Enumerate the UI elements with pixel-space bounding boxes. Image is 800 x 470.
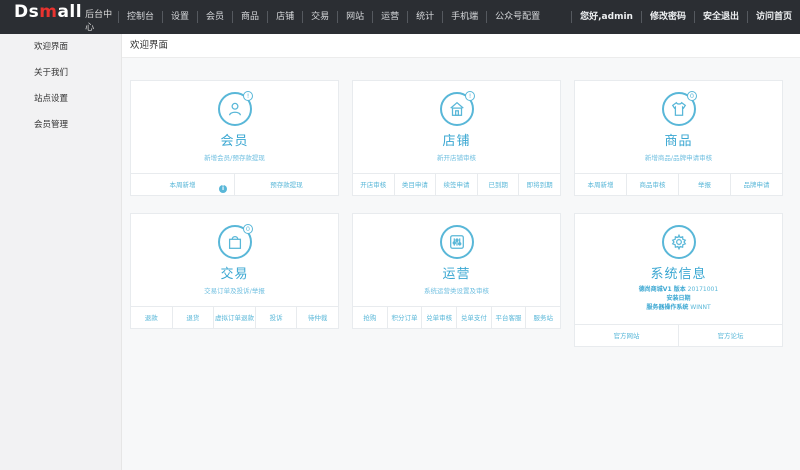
change-password-link[interactable]: 修改密码 [640, 11, 694, 23]
card-stores: ! 店铺 新开店铺审核 开店审核 类目申请 续签申请 已到期 即将到期 [352, 80, 561, 196]
nav-goods[interactable]: 商品 [232, 11, 267, 23]
user-nav: 您好,admin 修改密码 安全退出 访问首页 [571, 11, 800, 23]
logout-link[interactable]: 安全退出 [693, 11, 747, 23]
sidebar-item-site-settings[interactable]: 站点设置 [0, 86, 121, 112]
os-line: 服务器操作系统 WINNT [646, 304, 711, 311]
main-panel: 欢迎界面 ! 会员 新增会员/预存款提现 本周新增 预存款提现 i ! 店铺 新… [122, 34, 800, 470]
card-links: 官方网站 官方论坛 [575, 324, 782, 346]
card-goods-body[interactable]: 0 商品 新增商品/品牌申请审核 [575, 81, 782, 173]
card-title: 店铺 [442, 134, 471, 149]
nav-operation[interactable]: 运营 [372, 11, 407, 23]
link-official-site[interactable]: 官方网站 [575, 325, 678, 346]
link-complaint[interactable]: 投诉 [254, 307, 297, 328]
card-links: 开店审核 类目申请 续签申请 已到期 即将到期 [353, 173, 560, 195]
card-description: 新增会员/预存款提现 [204, 154, 265, 162]
card-title: 交易 [220, 267, 249, 282]
card-description: 新增商品/品牌申请审核 [644, 154, 713, 162]
nav-members[interactable]: 会员 [197, 11, 232, 23]
link-virtual-refund[interactable]: 虚拟订单退款 [213, 307, 255, 328]
link-weekly-new-goods[interactable]: 本周新增 [575, 174, 626, 195]
card-links: 退款 退货 虚拟订单退款 投诉 待仲裁 [131, 306, 338, 328]
link-expiring[interactable]: 即将到期 [518, 174, 560, 195]
version-line: 德尚商城V1 版本 20171001 [638, 286, 719, 293]
link-points-order[interactable]: 积分订单 [386, 307, 422, 328]
card-members: ! 会员 新增会员/预存款提现 本周新增 预存款提现 [130, 80, 339, 196]
card-description: 系统运营类设置及审核 [424, 287, 489, 295]
card-description: 新开店铺审核 [437, 154, 476, 162]
link-arbitration[interactable]: 待仲裁 [296, 307, 338, 328]
sidebar-item-member-management[interactable]: 会员管理 [0, 112, 121, 138]
nav-stores[interactable]: 店铺 [267, 11, 302, 23]
card-title: 系统信息 [650, 267, 707, 282]
card-title: 会员 [220, 134, 249, 149]
notification-badge: 0 [243, 224, 253, 234]
system-info-text: 德尚商城V1 版本 20171001 安装日期 服务器操作系统 WINNT [575, 285, 782, 312]
link-expired[interactable]: 已到期 [476, 174, 519, 195]
card-trade: 0 交易 交易订单及投诉/举报 退款 退货 虚拟订单退款 投诉 待仲裁 [130, 213, 339, 329]
card-members-body[interactable]: ! 会员 新增会员/预存款提现 [131, 81, 338, 173]
dashboard-content: ! 会员 新增会员/预存款提现 本周新增 预存款提现 i ! 店铺 新开店铺审核… [122, 58, 800, 470]
install-date-line: 安装日期 [666, 295, 691, 302]
notification-badge: ! [243, 91, 253, 101]
card-description: 交易订单及投诉/举报 [204, 287, 265, 295]
card-title: 商品 [664, 134, 693, 149]
card-system-info: 系统信息 德尚商城V1 版本 20171001 安装日期 服务器操作系统 WIN… [574, 213, 783, 347]
logo[interactable]: Dsmall 后台中心 [0, 2, 118, 33]
link-category-apply[interactable]: 类目申请 [393, 174, 436, 195]
link-platform-service[interactable]: 平台客服 [490, 307, 526, 328]
sidebar: 欢迎界面 关于我们 站点设置 会员管理 [0, 34, 122, 470]
nav-mobile[interactable]: 手机端 [442, 11, 486, 23]
link-weekly-new-members[interactable]: 本周新增 [131, 174, 234, 195]
nav-trade[interactable]: 交易 [302, 11, 337, 23]
card-stores-body[interactable]: ! 店铺 新开店铺审核 [353, 81, 560, 173]
page-title: 欢迎界面 [122, 34, 800, 58]
notification-badge: ! [465, 91, 475, 101]
card-links: 本周新增 预存款提现 [131, 173, 338, 195]
link-voucher-pay[interactable]: 兑单支付 [456, 307, 491, 328]
link-service-station[interactable]: 服务站 [525, 307, 560, 328]
link-refund[interactable]: 退款 [131, 307, 172, 328]
link-goods-review[interactable]: 商品审核 [626, 174, 678, 195]
sidebar-item-welcome[interactable]: 欢迎界面 [0, 34, 121, 60]
link-report[interactable]: 举报 [678, 174, 730, 195]
link-brand-apply[interactable]: 品牌申请 [730, 174, 782, 195]
card-trade-body[interactable]: 0 交易 交易订单及投诉/举报 [131, 214, 338, 306]
card-links: 抢购 积分订单 兑单审核 兑单支付 平台客服 服务站 [353, 306, 560, 328]
link-flash-sale[interactable]: 抢购 [353, 307, 387, 328]
card-title: 运营 [442, 267, 471, 282]
sidebar-item-about[interactable]: 关于我们 [0, 60, 121, 86]
link-store-review[interactable]: 开店审核 [353, 174, 394, 195]
nav-stats[interactable]: 统计 [407, 11, 442, 23]
nav-settings[interactable]: 设置 [162, 11, 197, 23]
sliders-icon [440, 225, 474, 259]
card-system-info-body: 系统信息 德尚商城V1 版本 20171001 安装日期 服务器操作系统 WIN… [575, 214, 782, 324]
logo-text: Dsmall [14, 1, 83, 22]
gear-icon [662, 225, 696, 259]
link-deposit-withdraw[interactable]: 预存款提现 [234, 174, 338, 195]
link-return[interactable]: 退货 [171, 307, 214, 328]
card-operation: 运营 系统运营类设置及审核 抢购 积分订单 兑单审核 兑单支付 平台客服 服务站 [352, 213, 561, 329]
main-nav: 控制台 设置 会员 商品 店铺 交易 网站 运营 统计 手机端 公众号配置 [118, 0, 548, 34]
notification-badge: 0 [687, 91, 697, 101]
nav-dashboard[interactable]: 控制台 [118, 11, 162, 23]
card-operation-body[interactable]: 运营 系统运营类设置及审核 [353, 214, 560, 306]
link-official-forum[interactable]: 官方论坛 [678, 325, 782, 346]
nav-website[interactable]: 网站 [337, 11, 372, 23]
info-icon: i [219, 185, 227, 193]
card-links: 本周新增 商品审核 举报 品牌申请 [575, 173, 782, 195]
logo-subtitle: 后台中心 [85, 9, 113, 33]
nav-wechat[interactable]: 公众号配置 [486, 11, 548, 23]
user-greeting[interactable]: 您好,admin [571, 11, 641, 23]
link-voucher-review[interactable]: 兑单审核 [421, 307, 456, 328]
card-goods: 0 商品 新增商品/品牌申请审核 本周新增 商品审核 举报 品牌申请 [574, 80, 783, 196]
visit-homepage-link[interactable]: 访问首页 [746, 11, 800, 23]
top-bar: Dsmall 后台中心 控制台 设置 会员 商品 店铺 交易 网站 运营 统计 … [0, 0, 800, 34]
link-renew-apply[interactable]: 续签申请 [435, 174, 477, 195]
